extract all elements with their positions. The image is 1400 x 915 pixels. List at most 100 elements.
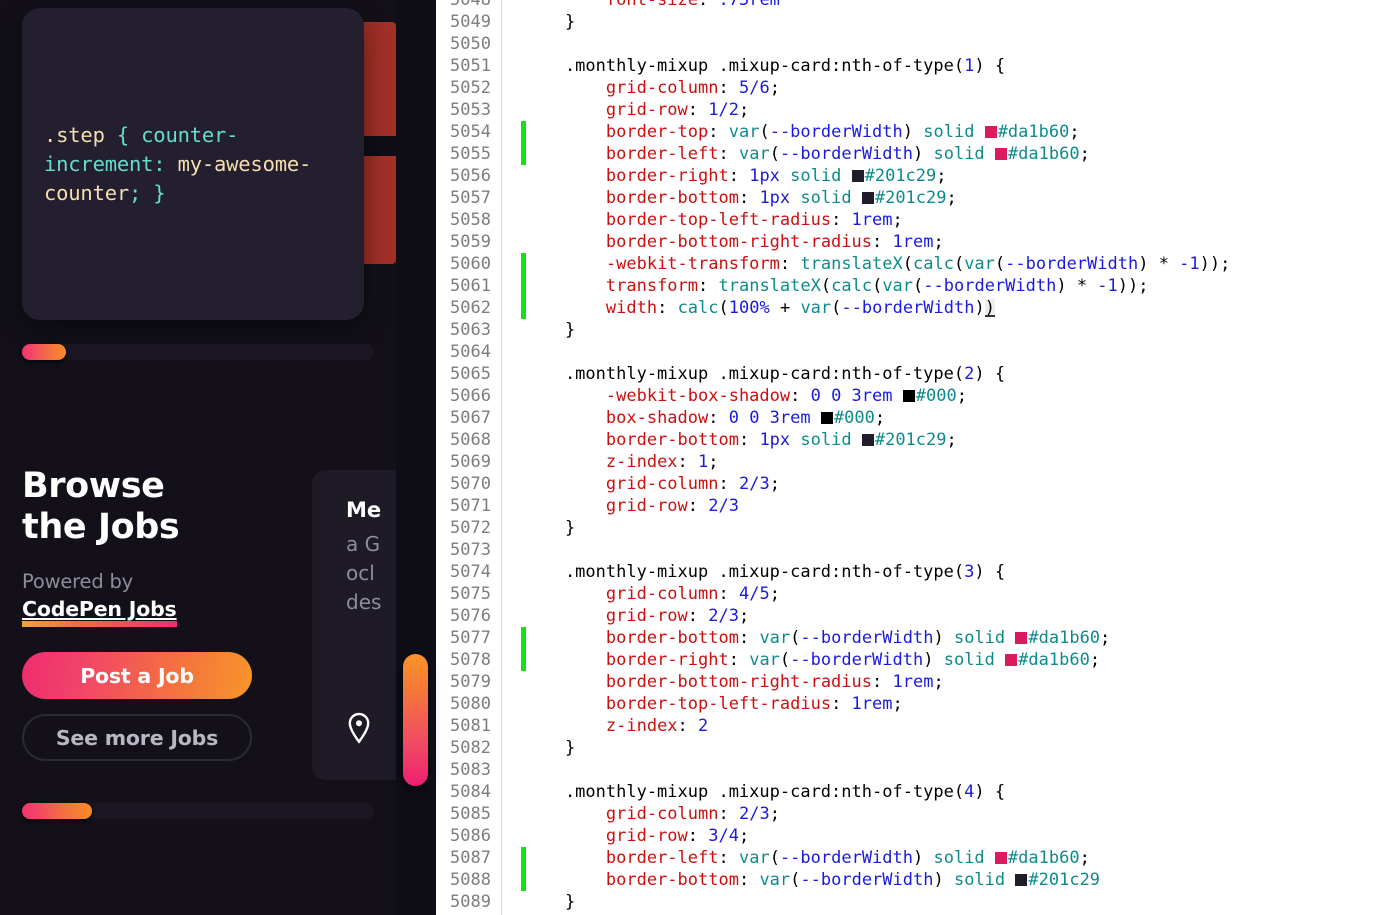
horizontal-scrollbar-top[interactable] [22, 344, 374, 360]
code-token-prop: border-top [605, 122, 709, 142]
code-line[interactable]: } [502, 737, 1400, 759]
see-more-jobs-button[interactable]: See more Jobs [22, 714, 252, 761]
line-number: 5055 [450, 144, 491, 164]
codepen-jobs-link[interactable]: CodePen Jobs [22, 597, 177, 627]
code-line[interactable]: font-size: .75rem [502, 0, 1400, 11]
code-line[interactable]: .monthly-mixup .mixup-card:nth-of-type(3… [502, 561, 1400, 583]
snippet-token-punc: : [153, 151, 178, 176]
code-line[interactable]: border-top-left-radius: 1rem; [502, 209, 1400, 231]
code-token-punc: : [872, 672, 893, 692]
code-line[interactable]: border-bottom: 1px solid #201c29; [502, 187, 1400, 209]
code-line[interactable]: border-bottom-right-radius: 1rem; [502, 671, 1400, 693]
horizontal-scrollbar-bottom-thumb[interactable] [22, 803, 92, 819]
color-swatch-icon[interactable] [851, 170, 864, 182]
code-line[interactable]: .monthly-mixup .mixup-card:nth-of-type(1… [502, 55, 1400, 77]
code-token-fn: var [964, 254, 995, 274]
job-card-description-line: a G [346, 532, 381, 556]
color-swatch-icon[interactable] [984, 126, 997, 138]
code-token-punc [524, 848, 606, 868]
code-line[interactable] [502, 759, 1400, 781]
code-token-punc: : [687, 496, 709, 516]
code-token-punc [524, 584, 606, 604]
code-token-hex: #201c29 [874, 188, 947, 208]
color-swatch-icon[interactable] [1005, 654, 1018, 666]
code-line[interactable]: } [502, 11, 1400, 33]
line-number: 5049 [450, 12, 491, 32]
code-line[interactable]: border-bottom-right-radius: 1rem; [502, 231, 1400, 253]
code-token-punc: } [524, 518, 576, 538]
code-line[interactable]: border-right: 1px solid #201c29; [502, 165, 1400, 187]
app-root: .step { counter-increment: my-awesome-co… [0, 0, 1400, 915]
code-token-prop: border-bottom-right-radius [605, 672, 872, 692]
code-line[interactable]: grid-row: 1/2; [502, 99, 1400, 121]
code-line[interactable] [502, 539, 1400, 561]
code-line[interactable]: border-top: var(--borderWidth) solid #da… [502, 121, 1400, 143]
code-line[interactable]: .monthly-mixup .mixup-card:nth-of-type(4… [502, 781, 1400, 803]
code-token-punc: } [524, 892, 576, 912]
code-line[interactable]: -webkit-box-shadow: 0 0 3rem #000; [502, 385, 1400, 407]
code-line[interactable]: } [502, 891, 1400, 913]
code-line[interactable]: -webkit-transform: translateX(calc(var(-… [502, 253, 1400, 275]
code-token-punc: ( [820, 276, 832, 296]
color-swatch-icon[interactable] [994, 852, 1007, 864]
color-swatch-icon[interactable] [861, 434, 874, 446]
code-line[interactable]: grid-column: 2/3; [502, 473, 1400, 495]
code-line[interactable]: z-index: 1; [502, 451, 1400, 473]
code-line[interactable]: border-right: var(--borderWidth) solid #… [502, 649, 1400, 671]
code-token-punc: : [831, 694, 852, 714]
code-line[interactable]: border-bottom: 1px solid #201c29; [502, 429, 1400, 451]
code-line[interactable]: border-bottom: var(--borderWidth) solid … [502, 869, 1400, 891]
code-line[interactable]: box-shadow: 0 0 3rem #000; [502, 407, 1400, 429]
code-content-area[interactable]: font-size: .75rem } .monthly-mixup .mixu… [502, 0, 1400, 915]
code-token-hex: #da1b60 [1018, 650, 1090, 670]
code-line[interactable]: grid-row: 3/4; [502, 825, 1400, 847]
code-line[interactable]: grid-column: 4/5; [502, 583, 1400, 605]
code-line[interactable]: grid-row: 2/3; [502, 605, 1400, 627]
code-line[interactable]: border-top-left-radius: 1rem; [502, 693, 1400, 715]
code-line[interactable]: grid-row: 2/3 [502, 495, 1400, 517]
code-token-punc: ; [738, 100, 750, 120]
color-swatch-icon[interactable] [902, 390, 915, 402]
code-line[interactable]: } [502, 319, 1400, 341]
code-token-fn: calc [831, 276, 873, 296]
color-swatch-icon[interactable] [1015, 632, 1028, 644]
code-token-hex: #000 [915, 386, 957, 406]
powered-by-label: Powered by [22, 570, 134, 593]
code-line[interactable] [502, 33, 1400, 55]
code-line[interactable]: border-bottom: var(--borderWidth) solid … [502, 627, 1400, 649]
code-token-num: 1rem [892, 672, 934, 692]
code-token-punc: ; [1079, 848, 1090, 868]
code-token-fn: var [759, 628, 791, 648]
code-line[interactable]: transform: translateX(calc(var(--borderW… [502, 275, 1400, 297]
code-token-num: --borderWidth [841, 298, 975, 318]
code-token-prop: border-bottom [605, 628, 739, 648]
css-code-editor[interactable]: 5048 5049 5050 5051 5052 5053 5054 5055 5056 5057… [436, 0, 1400, 915]
code-line[interactable] [502, 341, 1400, 363]
code-token-punc [893, 386, 903, 406]
vertical-scrollbar-thumb[interactable] [403, 654, 428, 786]
code-line[interactable]: } [502, 517, 1400, 539]
color-swatch-icon[interactable] [1015, 874, 1028, 886]
code-line[interactable]: border-left: var(--borderWidth) solid #d… [502, 847, 1400, 869]
vertical-scrollbar[interactable] [400, 0, 430, 915]
code-token-punc: ; [769, 804, 780, 824]
code-line[interactable]: grid-column: 5/6; [502, 77, 1400, 99]
horizontal-scrollbar-bottom[interactable] [22, 803, 374, 819]
code-line[interactable]: .monthly-mixup .mixup-card:nth-of-type(2… [502, 363, 1400, 385]
code-line[interactable]: z-index: 2 [502, 715, 1400, 737]
code-token-punc: ; [769, 474, 780, 494]
code-line[interactable]: grid-column: 2/3; [502, 803, 1400, 825]
color-swatch-icon[interactable] [820, 412, 833, 424]
code-token-punc [524, 254, 606, 274]
code-token-punc [524, 232, 606, 252]
code-token-punc [974, 122, 984, 142]
code-token-punc [995, 650, 1005, 670]
horizontal-scrollbar-top-thumb[interactable] [22, 344, 66, 360]
code-line[interactable]: width: calc(100% + var(--borderWidth)) [502, 297, 1400, 319]
color-swatch-icon[interactable] [994, 148, 1007, 160]
code-line[interactable]: border-left: var(--borderWidth) solid #d… [502, 143, 1400, 165]
code-token-punc [841, 166, 851, 186]
code-token-punc: ) [974, 298, 985, 318]
color-swatch-icon[interactable] [861, 192, 874, 204]
post-a-job-button[interactable]: Post a Job [22, 652, 252, 699]
